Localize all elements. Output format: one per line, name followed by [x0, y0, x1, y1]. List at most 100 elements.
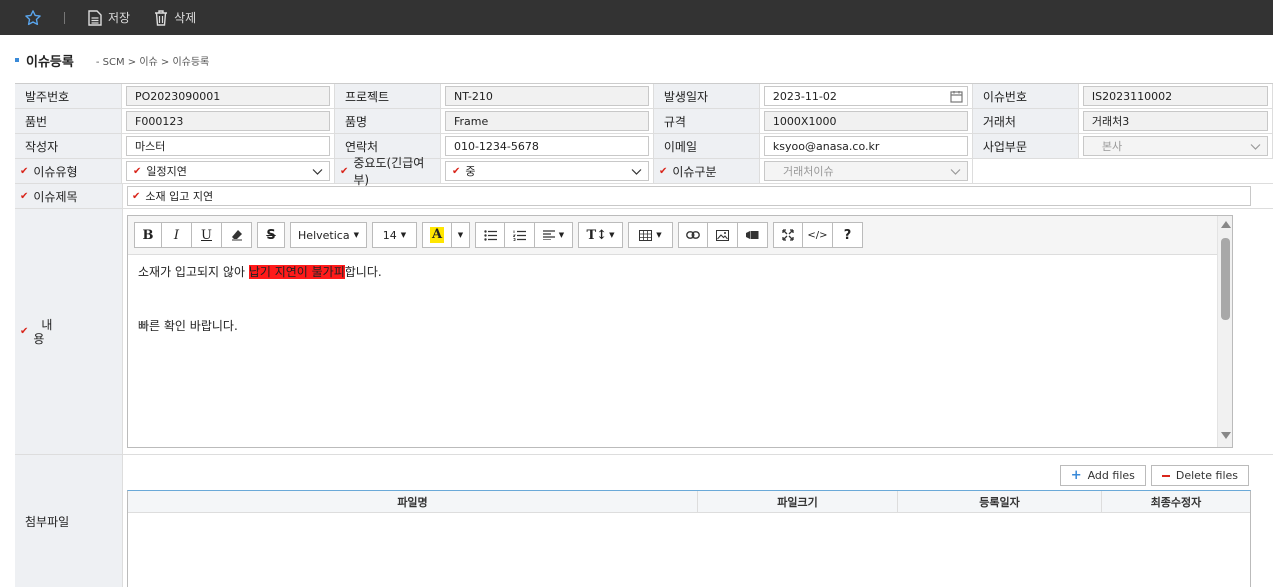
- scroll-thumb[interactable]: [1221, 238, 1230, 320]
- column-register-date[interactable]: 등록일자: [898, 491, 1102, 512]
- priority-select[interactable]: ✔ 중: [444, 161, 649, 181]
- help-button[interactable]: ?: [833, 222, 863, 248]
- issue-category-select[interactable]: 거래처이슈: [763, 161, 968, 181]
- page-header: 이슈등록 - SCM > 이슈 > 이슈등록: [15, 50, 209, 70]
- text-color-button[interactable]: A: [422, 222, 452, 248]
- table-icon: [639, 229, 653, 241]
- favorite-star-icon[interactable]: [23, 8, 43, 28]
- project-field[interactable]: NT-210: [444, 86, 649, 106]
- author-field[interactable]: 마스터: [126, 136, 330, 156]
- chevron-down-icon: [312, 169, 323, 175]
- trash-icon: [155, 9, 168, 26]
- chevron-down-icon: [950, 169, 961, 175]
- editor-content[interactable]: 소재가 입고되지 않아 납기 지연이 불가피합니다. 빠른 확인 바랍니다.: [128, 255, 1232, 343]
- issue-number-field[interactable]: IS2023110002: [1082, 86, 1268, 106]
- column-file-size[interactable]: 파일크기: [698, 491, 898, 512]
- scroll-down-icon[interactable]: [1221, 432, 1231, 439]
- contact-field[interactable]: 010-1234-5678: [444, 136, 649, 156]
- content-text-pre: 소재가 입고되지 않아: [138, 265, 249, 279]
- delete-files-button[interactable]: Delete files: [1150, 465, 1249, 486]
- attachments-table-body[interactable]: [128, 513, 1250, 587]
- content-line-2: 빠른 확인 바랍니다.: [138, 319, 238, 333]
- issue-type-select[interactable]: ✔ 일정지연: [126, 161, 330, 181]
- bullet-list-icon: [483, 229, 497, 241]
- issue-category-label: ✔ 이슈구분: [653, 159, 760, 183]
- email-field[interactable]: ksyoo@anasa.co.kr: [763, 136, 968, 156]
- line-height-dropdown[interactable]: T↕ ▼: [578, 222, 623, 248]
- priority-value: 중: [465, 165, 476, 178]
- empty-cell: [973, 159, 1273, 183]
- question-icon: ?: [843, 227, 852, 243]
- breadcrumb: - SCM > 이슈 > 이슈등록: [95, 56, 210, 68]
- delete-files-label: Delete files: [1175, 469, 1238, 482]
- bold-button[interactable]: B: [134, 222, 162, 248]
- ordered-list-button[interactable]: [505, 222, 535, 248]
- chevron-down-icon: [1250, 144, 1261, 150]
- content-label: ✔ 내 용: [15, 209, 123, 454]
- save-button[interactable]: 저장: [88, 9, 130, 26]
- occurrence-date-field[interactable]: 2023-11-02: [763, 86, 968, 106]
- po-number-field[interactable]: PO2023090001: [126, 86, 330, 106]
- form-row-1: 발주번호 PO2023090001 프로젝트 NT-210 발생일자 2023-…: [15, 84, 1273, 109]
- required-check-icon: ✔: [658, 165, 668, 177]
- part-name-cell: Frame: [441, 109, 654, 133]
- required-check-icon: ✔: [132, 190, 141, 202]
- part-number-field[interactable]: F000123: [126, 111, 330, 131]
- italic-button[interactable]: I: [162, 222, 192, 248]
- paragraph-align-dropdown[interactable]: ▼: [535, 222, 573, 248]
- column-last-modifier[interactable]: 최종수정자: [1102, 491, 1250, 512]
- font-size-dropdown[interactable]: 14 ▼: [372, 222, 417, 248]
- division-select[interactable]: 본사: [1082, 136, 1268, 156]
- image-button[interactable]: [708, 222, 738, 248]
- priority-cell: ✔ 중: [441, 159, 654, 183]
- font-family-dropdown[interactable]: Helvetica ▼: [290, 222, 367, 248]
- delete-button[interactable]: 삭제: [154, 9, 196, 26]
- add-files-button[interactable]: + Add files: [1059, 465, 1146, 486]
- column-file-name[interactable]: 파일명: [128, 491, 698, 512]
- eraser-button[interactable]: [222, 222, 252, 248]
- form-row-4: ✔ 이슈유형 ✔ 일정지연 ✔ 중요도(긴급여부) ✔ 중 ✔ 이슈구분 거래처이슈: [15, 156, 1273, 187]
- required-check-icon: ✔: [20, 165, 29, 177]
- po-number-cell: PO2023090001: [122, 84, 335, 108]
- issue-type-label: ✔ 이슈유형: [15, 159, 123, 183]
- issue-category-label-text: 이슈구분: [672, 164, 717, 179]
- strikethrough-button[interactable]: S: [257, 222, 285, 248]
- chevron-down-icon: [631, 169, 642, 175]
- editor-toolbar: B I U S Helvetica ▼ 14 ▼ A ▼ ▼ T↕ ▼ ▼ </…: [128, 216, 1232, 255]
- division-cell: 본사: [1079, 134, 1273, 158]
- fullscreen-icon: [782, 229, 794, 241]
- text-color-dropdown[interactable]: ▼: [452, 222, 470, 248]
- fullscreen-button[interactable]: [773, 222, 803, 248]
- issue-type-value: 일정지연: [146, 165, 187, 178]
- attachments-table: 파일명 파일크기 등록일자 최종수정자: [127, 490, 1251, 587]
- file-actions: + Add files Delete files: [1055, 465, 1249, 486]
- project-cell: NT-210: [441, 84, 654, 108]
- issue-title-field[interactable]: ✔ 소재 입고 지연: [127, 186, 1251, 206]
- editor-scrollbar[interactable]: [1217, 216, 1232, 447]
- spec-cell: 1000X1000: [760, 109, 973, 133]
- vendor-field[interactable]: 거래처3: [1082, 111, 1268, 131]
- occurrence-date-value: 2023-11-02: [772, 89, 837, 103]
- scroll-up-icon[interactable]: [1221, 221, 1231, 228]
- part-name-field[interactable]: Frame: [444, 111, 649, 131]
- code-view-button[interactable]: </>: [803, 222, 833, 248]
- form-row-3: 작성자 마스터 연락처 010-1234-5678 이메일 ksyoo@anas…: [15, 134, 1273, 159]
- part-number-cell: F000123: [122, 109, 335, 133]
- text-color-icon: A: [429, 227, 445, 243]
- table-dropdown[interactable]: ▼: [628, 222, 673, 248]
- calendar-icon[interactable]: [950, 90, 963, 103]
- link-button[interactable]: [678, 222, 708, 248]
- issue-type-cell: ✔ 일정지연: [122, 159, 335, 183]
- editor-cell: B I U S Helvetica ▼ 14 ▼ A ▼ ▼ T↕ ▼ ▼ </…: [123, 209, 1233, 454]
- unordered-list-button[interactable]: [475, 222, 505, 248]
- highlighted-text: 납기 지연이 불가피: [248, 265, 345, 279]
- underline-button[interactable]: U: [192, 222, 222, 248]
- spec-field[interactable]: 1000X1000: [763, 111, 968, 131]
- link-icon: [686, 231, 700, 239]
- part-name-label: 품명: [334, 109, 441, 133]
- video-button[interactable]: [738, 222, 768, 248]
- add-files-label: Add files: [1087, 469, 1135, 482]
- issue-type-label-text: 이슈유형: [33, 164, 78, 179]
- content-row: ✔ 내 용 B I U S Helvetica ▼ 14 ▼ A ▼ ▼ T↕ …: [15, 209, 1273, 455]
- email-cell: ksyoo@anasa.co.kr: [760, 134, 973, 158]
